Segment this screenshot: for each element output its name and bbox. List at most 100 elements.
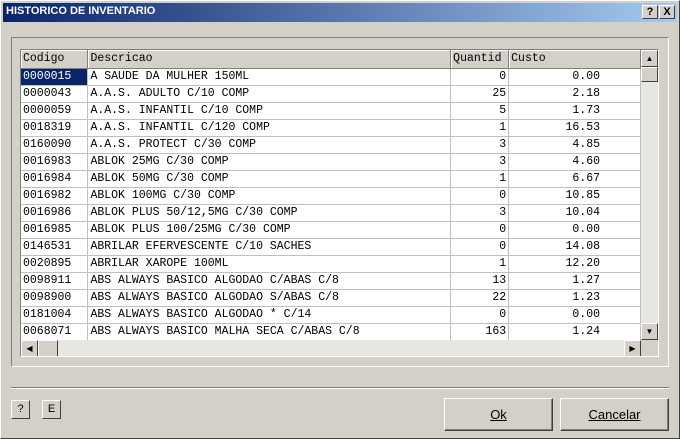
cell-descricao[interactable]: ABS ALWAYS BASICO ALGODAO * C/14 (87, 306, 452, 324)
table-row[interactable]: 0098911 ABS ALWAYS BASICO ALGODAO C/ABAS … (21, 272, 641, 290)
cell-quantidade[interactable]: 5 (450, 102, 510, 120)
scroll-up-icon[interactable]: ▲ (641, 50, 658, 67)
cell-quantidade[interactable]: 0 (450, 68, 510, 86)
cell-codigo[interactable]: 0018319 (21, 119, 89, 137)
cell-codigo[interactable]: 0068071 (21, 323, 89, 340)
cell-quantidade[interactable]: 25 (450, 85, 510, 103)
cell-descricao[interactable]: ABLOK 25MG C/30 COMP (87, 153, 452, 171)
cell-codigo[interactable]: 0181004 (21, 306, 89, 324)
cell-descricao[interactable]: A.A.S. ADULTO C/10 COMP (87, 85, 452, 103)
table-row[interactable]: 0016983 ABLOK 25MG C/30 COMP 3 4.60 (21, 153, 641, 171)
cell-codigo[interactable]: 0016984 (21, 170, 89, 188)
horizontal-scroll-thumb[interactable] (38, 340, 58, 356)
cell-codigo[interactable]: 0160090 (21, 136, 89, 154)
cell-quantidade[interactable]: 3 (450, 136, 510, 154)
cancel-button[interactable]: Cancelar (560, 398, 669, 431)
cell-quantidade[interactable]: 0 (450, 306, 510, 324)
column-header-custo[interactable]: Custo (508, 50, 641, 69)
table-row[interactable]: 0160090 A.A.S. PROTECT C/30 COMP 3 4.85 (21, 136, 641, 154)
column-header-descricao[interactable]: Descricao (87, 50, 452, 69)
cell-descricao[interactable]: ABLOK 100MG C/30 COMP (87, 187, 452, 205)
cell-custo[interactable]: 16.53 (508, 119, 641, 137)
cell-codigo[interactable]: 0146531 (21, 238, 89, 256)
column-header-codigo[interactable]: Codigo (21, 50, 89, 69)
cell-descricao[interactable]: A SAUDE DA MULHER 150ML (87, 68, 452, 86)
cell-quantidade[interactable]: 1 (450, 170, 510, 188)
horizontal-scrollbar[interactable]: ◀ ▶ (21, 340, 641, 356)
table-row[interactable]: 0016985 ABLOK PLUS 100/25MG C/30 COMP 0 0.0… (21, 221, 641, 239)
cell-custo[interactable]: 1.73 (508, 102, 641, 120)
inventory-grid[interactable]: Codigo Descricao Quantid Custo 0000015 A … (20, 49, 659, 357)
cell-descricao[interactable]: ABRILAR XAROPE 100ML (87, 255, 452, 273)
cell-descricao[interactable]: ABS ALWAYS BASICO ALGODAO C/ABAS C/8 (87, 272, 452, 290)
cell-codigo[interactable]: 0098900 (21, 289, 89, 307)
cell-custo[interactable]: 4.60 (508, 153, 641, 171)
table-row[interactable]: 0000015 A SAUDE DA MULHER 150ML 0 0.00 (21, 68, 641, 86)
cell-custo[interactable]: 12.20 (508, 255, 641, 273)
vertical-scrollbar[interactable]: ▲ ▼ (641, 50, 658, 340)
help-button[interactable]: ? (11, 400, 30, 419)
cell-descricao[interactable]: A.A.S. PROTECT C/30 COMP (87, 136, 452, 154)
cell-custo[interactable]: 1.23 (508, 289, 641, 307)
scroll-left-icon[interactable]: ◀ (21, 340, 38, 356)
cell-custo[interactable]: 1.24 (508, 323, 641, 340)
cell-codigo[interactable]: 0000043 (21, 85, 89, 103)
table-row[interactable]: 0146531 ABRILAR EFERVESCENTE C/10 SACHES 0… (21, 238, 641, 256)
cell-descricao[interactable]: ABS ALWAYS BASICO MALHA SECA C/ABAS C/8 (87, 323, 452, 340)
cell-custo[interactable]: 6.67 (508, 170, 641, 188)
table-row[interactable]: 0098900 ABS ALWAYS BASICO ALGODAO S/ABAS … (21, 289, 641, 307)
table-row[interactable]: 0000043 A.A.S. ADULTO C/10 COMP 25 2.18 (21, 85, 641, 103)
cell-quantidade[interactable]: 1 (450, 255, 510, 273)
cell-codigo[interactable]: 0016982 (21, 187, 89, 205)
table-row[interactable]: 0020895 ABRILAR XAROPE 100ML 1 12.20 (21, 255, 641, 273)
cell-custo[interactable]: 1.27 (508, 272, 641, 290)
cell-custo[interactable]: 14.08 (508, 238, 641, 256)
cell-quantidade[interactable]: 0 (450, 238, 510, 256)
cell-codigo[interactable]: 0016986 (21, 204, 89, 222)
cell-quantidade[interactable]: 0 (450, 187, 510, 205)
cell-codigo[interactable]: 0016983 (21, 153, 89, 171)
cell-quantidade[interactable]: 163 (450, 323, 510, 340)
cell-custo[interactable]: 2.18 (508, 85, 641, 103)
column-header-quantidade[interactable]: Quantid (450, 50, 510, 69)
table-row[interactable]: 0181004 ABS ALWAYS BASICO ALGODAO * C/14 0… (21, 306, 641, 324)
cell-descricao[interactable]: ABRILAR EFERVESCENTE C/10 SACHES (87, 238, 452, 256)
cell-codigo[interactable]: 0000059 (21, 102, 89, 120)
cell-custo[interactable]: 0.00 (508, 68, 641, 86)
cell-custo[interactable]: 0.00 (508, 221, 641, 239)
table-row[interactable]: 0016982 ABLOK 100MG C/30 COMP 0 10.85 (21, 187, 641, 205)
cell-descricao[interactable]: ABS ALWAYS BASICO ALGODAO S/ABAS C/8 (87, 289, 452, 307)
cell-quantidade[interactable]: 0 (450, 221, 510, 239)
table-row[interactable]: 0016984 ABLOK 50MG C/30 COMP 1 6.67 (21, 170, 641, 188)
cell-quantidade[interactable]: 22 (450, 289, 510, 307)
scroll-right-icon[interactable]: ▶ (624, 340, 641, 356)
cell-quantidade[interactable]: 1 (450, 119, 510, 137)
cell-codigo[interactable]: 0020895 (21, 255, 89, 273)
cell-descricao[interactable]: A.A.S. INFANTIL C/10 COMP (87, 102, 452, 120)
help-title-button[interactable]: ? (642, 5, 658, 19)
cell-descricao[interactable]: ABLOK 50MG C/30 COMP (87, 170, 452, 188)
cell-descricao[interactable]: A.A.S. INFANTIL C/120 COMP (87, 119, 452, 137)
cell-custo[interactable]: 10.85 (508, 187, 641, 205)
cell-custo[interactable]: 10.04 (508, 204, 641, 222)
cell-quantidade[interactable]: 3 (450, 204, 510, 222)
cell-descricao[interactable]: ABLOK PLUS 100/25MG C/30 COMP (87, 221, 452, 239)
cell-quantidade[interactable]: 3 (450, 153, 510, 171)
cell-custo[interactable]: 0.00 (508, 306, 641, 324)
title-bar[interactable]: HISTORICO DE INVENTARIO ? X (3, 3, 677, 22)
cell-custo[interactable]: 4.85 (508, 136, 641, 154)
table-row[interactable]: 0018319 A.A.S. INFANTIL C/120 COMP 1 16.53 (21, 119, 641, 137)
cell-descricao[interactable]: ABLOK PLUS 50/12,5MG C/30 COMP (87, 204, 452, 222)
cell-codigo[interactable]: 0000015 (21, 68, 89, 86)
close-button[interactable]: X (659, 5, 675, 19)
scroll-down-icon[interactable]: ▼ (641, 323, 658, 340)
table-row[interactable]: 0068071 ABS ALWAYS BASICO MALHA SECA C/AB… (21, 323, 641, 340)
table-row[interactable]: 0000059 A.A.S. INFANTIL C/10 COMP 5 1.73 (21, 102, 641, 120)
vertical-scroll-thumb[interactable] (641, 67, 658, 82)
cell-codigo[interactable]: 0016985 (21, 221, 89, 239)
cell-codigo[interactable]: 0098911 (21, 272, 89, 290)
cell-quantidade[interactable]: 13 (450, 272, 510, 290)
e-button[interactable]: E (42, 400, 61, 419)
ok-button[interactable]: Ok (444, 398, 553, 431)
table-row[interactable]: 0016986 ABLOK PLUS 50/12,5MG C/30 COMP 3 10… (21, 204, 641, 222)
